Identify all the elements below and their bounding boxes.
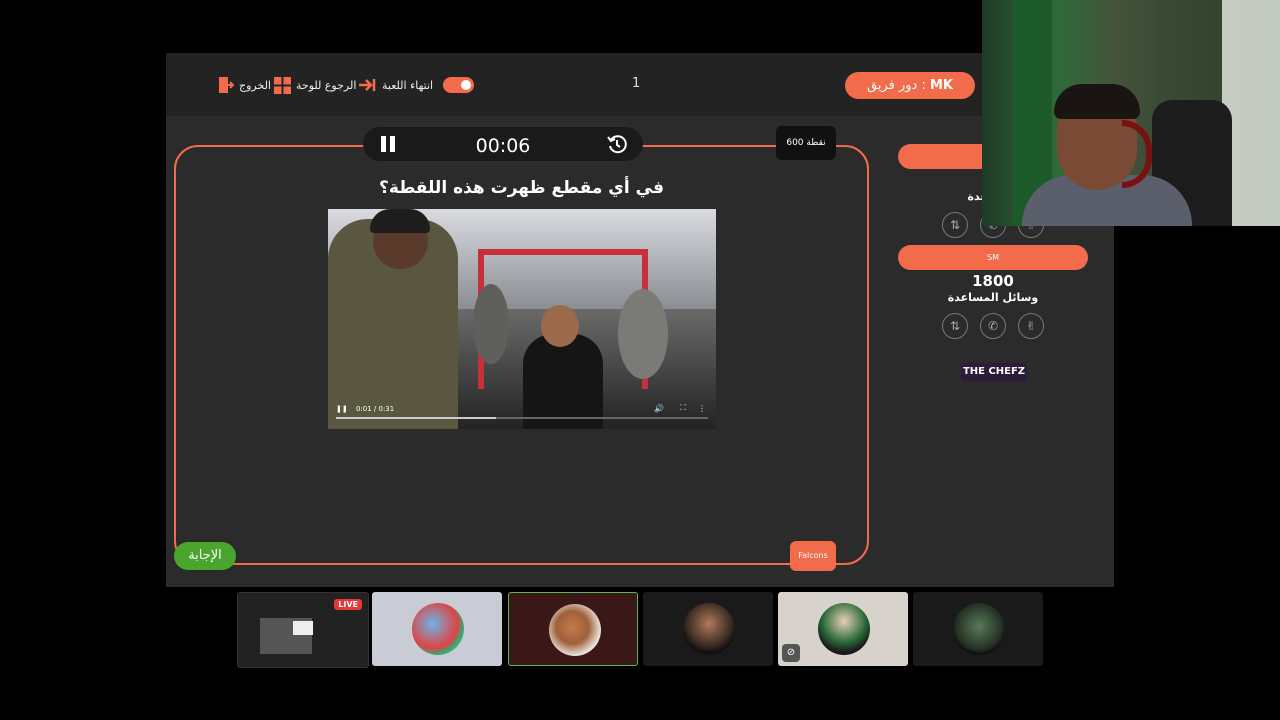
video-person-seated — [523, 334, 603, 429]
exit-door-icon — [219, 77, 234, 93]
top-bar: دور فريق : MK 1 انتهاء اللعبة الرجوع للو… — [166, 53, 1114, 116]
fullscreen-icon[interactable]: ⛶ — [680, 403, 686, 413]
exit-label: الخروج — [239, 78, 271, 92]
question-text: في أي مقطع ظهرت هذه اللقطة؟ — [379, 178, 664, 198]
end-game-button[interactable]: انتهاء اللعبة — [357, 75, 433, 95]
cam-person-hair — [1054, 84, 1140, 119]
video-weight-plate — [473, 284, 509, 364]
participant-avatar — [683, 603, 735, 655]
timer-bar: 00:06 — [363, 127, 643, 161]
team-badge: Falcons — [790, 541, 836, 571]
webcam-overlay — [982, 0, 1280, 226]
answer-button[interactable]: الإجابة — [174, 542, 236, 570]
turn-label: دور فريق : — [867, 78, 926, 93]
team-2-help-label: وسائل المساعدة — [947, 291, 1039, 304]
team-turn-pill: دور فريق : MK — [845, 72, 975, 99]
video-player[interactable]: ❚❚ 0:01 / 0:31 🔊 ⛶ ⋮ — [328, 209, 716, 429]
participant-avatar — [412, 603, 464, 655]
volume-icon[interactable]: 🔊 — [654, 404, 664, 413]
video-progress-bar[interactable] — [336, 417, 708, 419]
sponsor-logo: THE CHEFZ — [961, 363, 1027, 381]
video-progress-fill — [336, 417, 496, 419]
back-to-board-label: الرجوع للوحة — [296, 78, 357, 92]
end-game-label: انتهاء اللعبة — [382, 78, 434, 92]
muted-mic-icon: ⊘ — [782, 644, 800, 662]
participant-tile[interactable] — [643, 592, 773, 666]
video-weight-plate — [618, 289, 668, 379]
participant-tile[interactable] — [913, 592, 1043, 666]
team-bar-2: SM — [898, 245, 1088, 270]
timer-value: 00:06 — [475, 135, 531, 157]
more-options-icon[interactable]: ⋮ — [698, 404, 706, 413]
peace-hand-icon[interactable]: ✌ — [1018, 313, 1044, 339]
participant-tile-active[interactable] — [508, 592, 638, 666]
video-person-cap — [370, 209, 430, 233]
grid-icon — [274, 76, 291, 94]
video-pause-icon[interactable]: ❚❚ — [336, 405, 348, 413]
participant-avatar — [549, 604, 601, 656]
points-badge: 600 نقطة — [776, 126, 836, 160]
round-number: 1 — [632, 76, 641, 91]
swap-icon[interactable]: ⇅ — [942, 212, 968, 238]
team-2-score: 1800 — [972, 272, 1014, 290]
video-person-head — [541, 305, 579, 347]
exit-button[interactable]: الخروج — [218, 75, 271, 95]
participant-tile[interactable] — [372, 592, 502, 666]
participant-tile[interactable]: ⊘ — [778, 592, 908, 666]
screen-share-window — [293, 621, 313, 635]
video-controls: ❚❚ 0:01 / 0:31 — [336, 405, 394, 413]
back-to-board-button[interactable]: الرجوع للوحة — [274, 75, 356, 95]
game-app: دور فريق : MK 1 انتهاء اللعبة الرجوع للو… — [166, 53, 1114, 587]
video-time: 0:01 / 0:31 — [355, 405, 395, 413]
reset-timer-icon[interactable] — [607, 134, 627, 154]
participant-avatar — [818, 603, 870, 655]
live-badge: LIVE — [334, 599, 362, 610]
participant-tile-screen[interactable]: LIVE — [237, 592, 369, 668]
end-game-toggle[interactable] — [443, 77, 474, 93]
arrow-in-icon — [359, 79, 376, 91]
phone-icon[interactable]: ✆ — [980, 313, 1006, 339]
swap-icon[interactable]: ⇅ — [942, 313, 968, 339]
participant-avatar — [953, 603, 1005, 655]
turn-team: MK — [929, 78, 953, 93]
